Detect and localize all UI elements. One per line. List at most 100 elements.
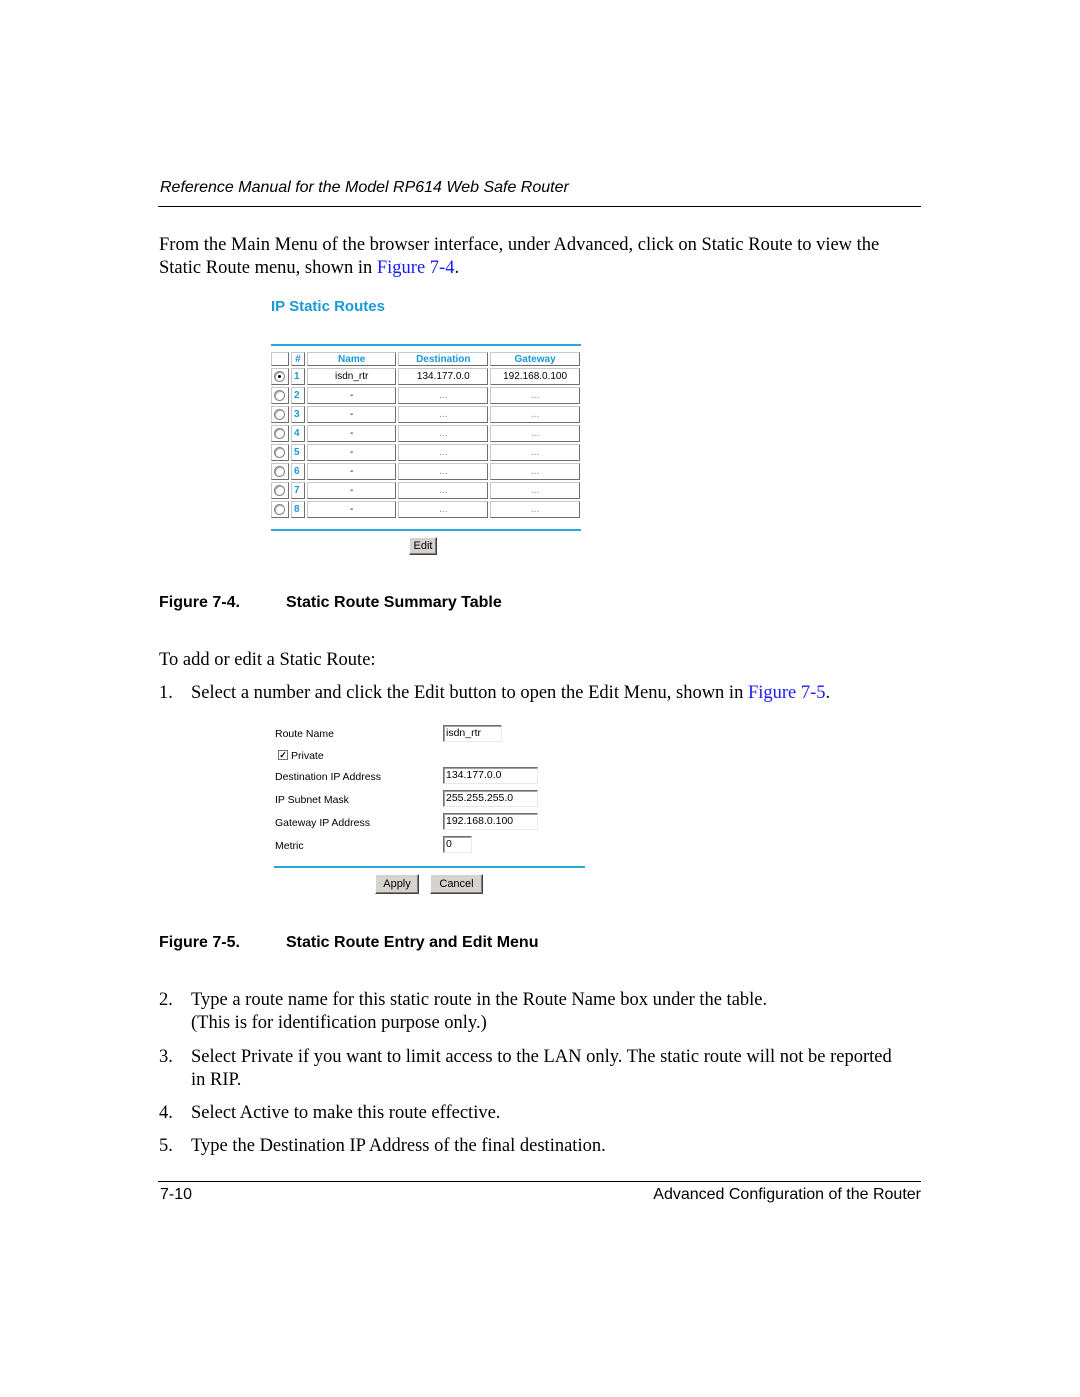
metric-input[interactable]: 0 <box>443 836 472 853</box>
footer-section-title: Advanced Configuration of the Router <box>653 1186 921 1203</box>
row-number: 7 <box>290 482 305 499</box>
row-select-cell <box>271 482 289 499</box>
step-1-number: 1. <box>159 683 173 703</box>
destination-ip-input[interactable]: 134.177.0.0 <box>443 767 538 784</box>
row-gateway: ... <box>490 387 580 404</box>
row-destination: ... <box>398 425 489 442</box>
row-gateway: ... <box>490 444 580 461</box>
steps-intro: To add or edit a Static Route: <box>159 650 376 670</box>
row-number: 5 <box>290 444 305 461</box>
step-4-number: 4. <box>159 1103 173 1123</box>
row-number: 6 <box>290 463 305 480</box>
column-header-num: # <box>290 352 305 366</box>
row-select-radio[interactable] <box>274 370 286 382</box>
step-5: 5. Type the Destination IP Address of the… <box>159 1136 606 1156</box>
row-destination: ... <box>398 482 489 499</box>
row-gateway: ... <box>490 501 580 518</box>
row-destination: ... <box>398 387 489 404</box>
row-number: 4 <box>290 425 305 442</box>
row-select-radio[interactable] <box>274 408 286 420</box>
form-bottom-rule <box>274 866 585 868</box>
table-top-rule <box>271 344 581 346</box>
figure-7-4-link[interactable]: Figure 7-4 <box>377 258 455 278</box>
row-destination: ... <box>398 501 489 518</box>
footer-rule <box>158 1181 921 1182</box>
apply-button[interactable]: Apply <box>375 874 419 894</box>
step-2-number: 2. <box>159 990 173 1010</box>
destination-ip-label: Destination IP Address <box>275 771 382 783</box>
row-select-radio[interactable] <box>274 446 286 458</box>
route-name-input[interactable]: isdn_rtr <box>443 725 502 742</box>
row-gateway: ... <box>490 463 580 480</box>
figure-7-5-caption-number: Figure 7-5. <box>159 934 240 951</box>
row-select-cell <box>271 406 289 423</box>
figure-7-5-caption-title: Static Route Entry and Edit Menu <box>286 934 539 951</box>
table-row: 7-...... <box>271 482 580 499</box>
table-row: 8-...... <box>271 501 580 518</box>
row-name: - <box>306 425 397 442</box>
row-destination: 134.177.0.0 <box>398 368 489 385</box>
row-name: isdn_rtr <box>306 368 397 385</box>
edit-button[interactable]: Edit <box>409 537 437 555</box>
row-gateway: ... <box>490 425 580 442</box>
row-name: - <box>306 387 397 404</box>
row-select-radio[interactable] <box>274 503 286 515</box>
row-destination: ... <box>398 406 489 423</box>
table-row: 1 isdn_rtr 134.177.0.0 192.168.0.100 <box>271 368 580 385</box>
row-select-cell <box>271 444 289 461</box>
row-number: 8 <box>290 501 305 518</box>
figure-7-5-link[interactable]: Figure 7-5 <box>748 683 826 703</box>
step-3: 3. Select Private if you want to limit ac… <box>159 1047 892 1090</box>
intro-line-2: Static Route menu, shown in Figure 7-4. <box>159 258 460 278</box>
private-label: Private <box>291 750 324 762</box>
row-number: 3 <box>290 406 305 423</box>
row-select-cell <box>271 501 289 518</box>
subnet-mask-input[interactable]: 255.255.255.0 <box>443 790 538 807</box>
row-select-cell <box>271 425 289 442</box>
row-number: 2 <box>290 387 305 404</box>
column-header-name: Name <box>306 352 397 366</box>
intro-line-1: From the Main Menu of the browser interf… <box>159 235 880 255</box>
row-number: 1 <box>290 368 305 385</box>
table-row: 4-...... <box>271 425 580 442</box>
row-name: - <box>306 501 397 518</box>
column-header-destination: Destination <box>398 352 489 366</box>
step-2: 2. Type a route name for this static rout… <box>159 990 768 1033</box>
table-row: 3-...... <box>271 406 580 423</box>
column-header-gateway: Gateway <box>490 352 580 366</box>
row-select-cell <box>271 368 289 385</box>
running-header: Reference Manual for the Model RP614 Web… <box>160 179 569 196</box>
ip-static-routes-title: IP Static Routes <box>271 298 385 315</box>
table-row: 5-...... <box>271 444 580 461</box>
figure-7-4-caption-title: Static Route Summary Table <box>286 594 502 611</box>
page-number: 7-10 <box>160 1186 193 1203</box>
cancel-button[interactable]: Cancel <box>430 874 483 894</box>
gateway-ip-input[interactable]: 192.168.0.100 <box>443 813 538 830</box>
row-gateway: ... <box>490 406 580 423</box>
select-column-header <box>271 352 289 366</box>
intro-paragraph: From the Main Menu of the browser interf… <box>159 234 929 280</box>
row-select-radio[interactable] <box>274 465 286 477</box>
row-select-radio[interactable] <box>274 484 286 496</box>
table-row: 6-...... <box>271 463 580 480</box>
row-name: - <box>306 482 397 499</box>
table-bottom-rule <box>271 529 581 531</box>
subnet-mask-label: IP Subnet Mask <box>275 794 349 806</box>
step-4: 4. Select Active to make this route effec… <box>159 1103 501 1123</box>
row-select-cell <box>271 387 289 404</box>
metric-label: Metric <box>275 840 304 852</box>
row-destination: ... <box>398 463 489 480</box>
table-header-row: # Name Destination Gateway <box>271 352 580 366</box>
row-select-radio[interactable] <box>274 427 286 439</box>
row-name: - <box>306 463 397 480</box>
figure-7-4-caption-number: Figure 7-4. <box>159 594 240 611</box>
row-gateway: ... <box>490 482 580 499</box>
row-name: - <box>306 444 397 461</box>
private-checkbox[interactable]: ✓ <box>278 750 288 760</box>
gateway-ip-label: Gateway IP Address <box>275 817 370 829</box>
table-row: 2-...... <box>271 387 580 404</box>
route-name-label: Route Name <box>275 728 334 740</box>
row-select-radio[interactable] <box>274 389 286 401</box>
step-3-number: 3. <box>159 1047 173 1067</box>
step-1: 1. Select a number and click the Edit but… <box>159 683 831 703</box>
